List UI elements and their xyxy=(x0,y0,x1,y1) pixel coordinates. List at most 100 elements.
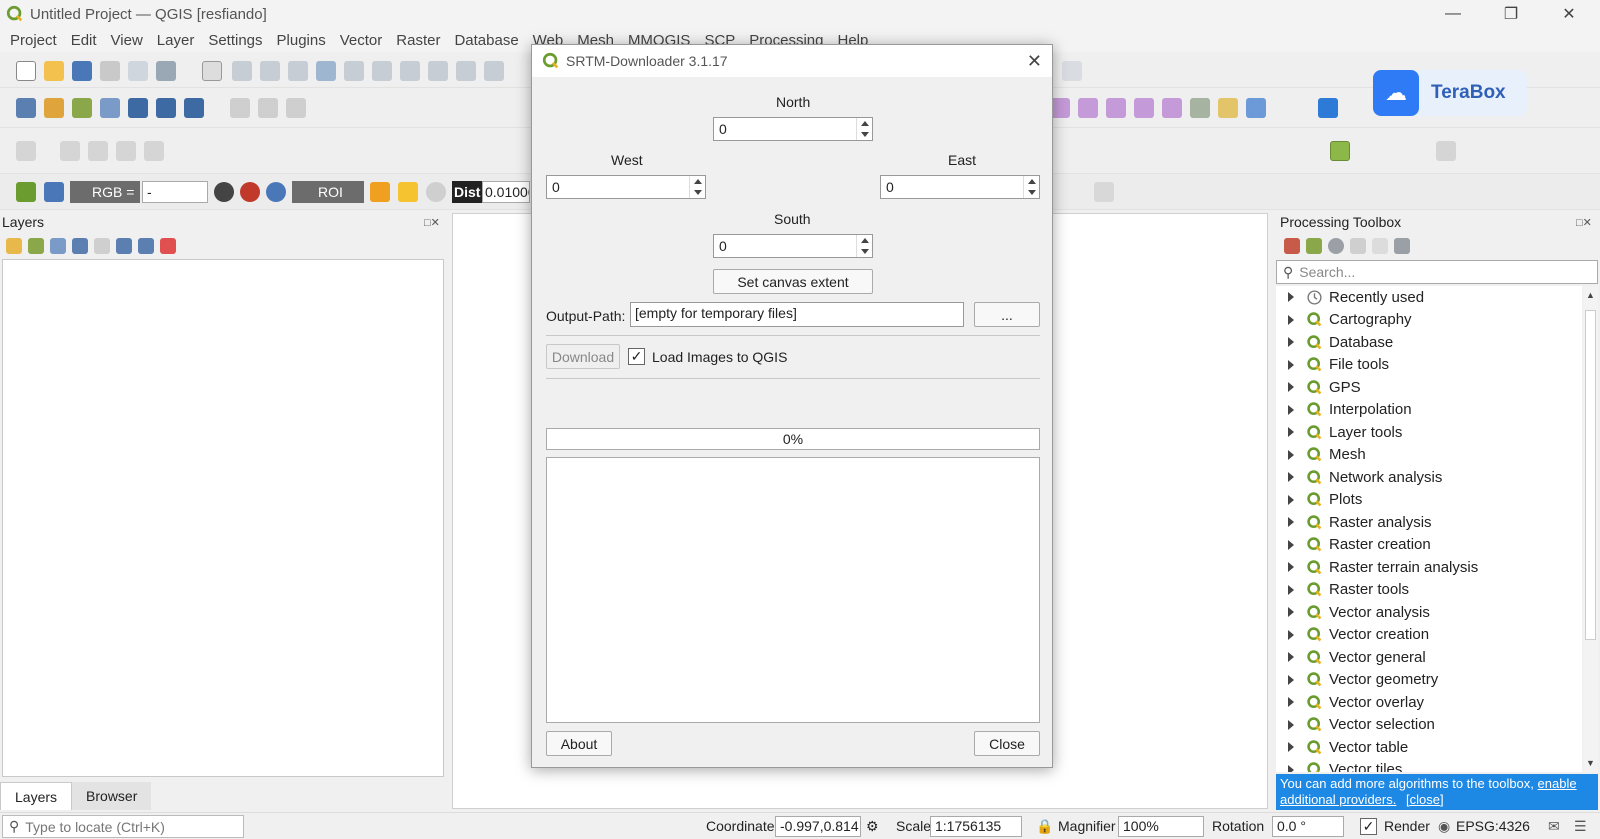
north-stepper[interactable] xyxy=(856,118,872,140)
menu-settings[interactable]: Settings xyxy=(208,32,262,49)
step-up-icon[interactable] xyxy=(1028,179,1036,184)
filter-icon[interactable] xyxy=(72,238,88,254)
tool-pen-icon[interactable] xyxy=(1436,141,1456,161)
render-checkbox[interactable]: ✓ xyxy=(1360,818,1377,835)
expand-arrow-icon[interactable] xyxy=(1288,449,1294,460)
about-button[interactable]: About xyxy=(546,731,612,756)
expand-arrow-icon[interactable] xyxy=(1288,359,1294,370)
save-as-icon[interactable] xyxy=(100,61,120,81)
menu-layer[interactable]: Layer xyxy=(157,32,195,49)
add-virtual-layer-icon[interactable] xyxy=(184,98,204,118)
scripts-icon[interactable] xyxy=(1306,238,1322,254)
add-group-icon[interactable] xyxy=(28,238,44,254)
toolbox-item[interactable]: Raster terrain analysis xyxy=(1276,556,1582,579)
options-wrench-icon[interactable] xyxy=(1394,238,1410,254)
filter-legend-icon[interactable] xyxy=(94,238,110,254)
output-path-input[interactable]: [empty for temporary files] xyxy=(630,302,964,327)
layers-tree[interactable] xyxy=(2,259,444,777)
plugin-c-icon[interactable] xyxy=(1106,98,1126,118)
step-up-icon[interactable] xyxy=(694,179,702,184)
digitizing-e-icon[interactable] xyxy=(144,141,164,161)
toolbox-item[interactable]: Recently used xyxy=(1276,286,1582,309)
expand-arrow-icon[interactable] xyxy=(1288,742,1294,753)
save-edits-icon[interactable] xyxy=(286,98,306,118)
edit-features-icon[interactable] xyxy=(1372,238,1388,254)
expand-arrow-icon[interactable] xyxy=(1288,652,1294,663)
toolbox-item[interactable]: Vector creation xyxy=(1276,624,1582,647)
scp-zoom-icon[interactable] xyxy=(44,182,64,202)
close-button[interactable]: Close xyxy=(974,731,1040,756)
download-button[interactable]: Download xyxy=(546,344,620,369)
locator-input[interactable]: Type to locate (Ctrl+K) xyxy=(25,819,165,835)
plugin-a-icon[interactable] xyxy=(1050,98,1070,118)
wand-icon[interactable] xyxy=(1218,98,1238,118)
plugin-e-icon[interactable] xyxy=(1162,98,1182,118)
west-stepper[interactable] xyxy=(689,176,705,198)
toolbox-item[interactable]: Interpolation xyxy=(1276,399,1582,422)
toolbox-item[interactable]: Vector analysis xyxy=(1276,601,1582,624)
expand-arrow-icon[interactable] xyxy=(1288,494,1294,505)
expand-arrow-icon[interactable] xyxy=(1288,697,1294,708)
dist-input[interactable]: 0.01000 xyxy=(482,181,530,203)
rgb-select[interactable]: - xyxy=(142,181,208,203)
scp-overlay-icon[interactable] xyxy=(214,182,234,202)
locator-box[interactable]: ⚲ Type to locate (Ctrl+K) xyxy=(2,815,244,838)
zoom-in-icon[interactable] xyxy=(260,61,280,81)
expand-arrow-icon[interactable] xyxy=(1288,517,1294,528)
zoom-native-icon[interactable] xyxy=(400,61,420,81)
step-down-icon[interactable] xyxy=(694,190,702,195)
visibility-icon[interactable] xyxy=(50,238,66,254)
new-temp-layer-icon[interactable] xyxy=(100,98,120,118)
menu-project[interactable]: Project xyxy=(10,32,57,49)
expand-arrow-icon[interactable] xyxy=(1288,314,1294,325)
expand-arrow-icon[interactable] xyxy=(1288,584,1294,595)
toolbox-item[interactable]: Raster creation xyxy=(1276,534,1582,557)
menu-raster[interactable]: Raster xyxy=(396,32,440,49)
close-banner-link[interactable]: [close] xyxy=(1406,792,1444,807)
toolbox-item[interactable]: Raster tools xyxy=(1276,579,1582,602)
toolbox-item[interactable]: Vector overlay xyxy=(1276,691,1582,714)
digitizing-a-icon[interactable] xyxy=(16,141,36,161)
toolbox-item[interactable]: GPS xyxy=(1276,376,1582,399)
set-canvas-extent-button[interactable]: Set canvas extent xyxy=(713,269,873,294)
toolbox-item[interactable]: Vector geometry xyxy=(1276,669,1582,692)
step-up-icon[interactable] xyxy=(861,238,869,243)
scp-b-icon[interactable] xyxy=(1094,182,1114,202)
float-toolbox-icon[interactable]: □✕ xyxy=(1576,216,1592,229)
add-raster-icon[interactable] xyxy=(128,98,148,118)
log-output-area[interactable] xyxy=(546,457,1040,723)
scp-a-icon[interactable] xyxy=(240,182,260,202)
tab-browser[interactable]: Browser xyxy=(72,782,152,810)
zoom-full-icon[interactable] xyxy=(316,61,336,81)
step-down-icon[interactable] xyxy=(861,132,869,137)
add-mesh-icon[interactable] xyxy=(156,98,176,118)
digitize-icon[interactable] xyxy=(230,98,250,118)
data-source-manager-icon[interactable] xyxy=(16,98,36,118)
toolbox-item[interactable]: Vector table xyxy=(1276,736,1582,759)
scp-roi-draw-icon[interactable] xyxy=(370,182,390,202)
expand-arrow-icon[interactable] xyxy=(1288,292,1294,303)
close-window-icon[interactable]: ✕ xyxy=(1546,0,1592,28)
minimize-icon[interactable]: — xyxy=(1430,0,1476,28)
plugin-d-icon[interactable] xyxy=(1134,98,1154,118)
expand-arrow-icon[interactable] xyxy=(1288,629,1294,640)
menu-database[interactable]: Database xyxy=(454,32,518,49)
east-stepper[interactable] xyxy=(1023,176,1039,198)
crs-globe-icon[interactable]: ◉ xyxy=(1438,818,1450,835)
scp-zoom-roi-icon[interactable] xyxy=(266,182,286,202)
float-panel-icon[interactable]: □✕ xyxy=(424,216,440,229)
zoom-last-icon[interactable] xyxy=(428,61,448,81)
menu-plugins[interactable]: Plugins xyxy=(277,32,326,49)
toolbox-item[interactable]: File tools xyxy=(1276,354,1582,377)
west-spinbox[interactable]: 0 xyxy=(546,175,706,199)
coordinate-toggle-icon[interactable]: ⚙ xyxy=(866,818,879,835)
rotation-input[interactable]: 0.0 ° xyxy=(1272,816,1344,837)
digitizing-c-icon[interactable] xyxy=(88,141,108,161)
expand-all-icon[interactable] xyxy=(116,238,132,254)
digitizing-d-icon[interactable] xyxy=(116,141,136,161)
log-icon[interactable]: ☰ xyxy=(1574,818,1587,835)
expand-arrow-icon[interactable] xyxy=(1288,382,1294,393)
messages-icon[interactable]: ✉ xyxy=(1548,818,1560,835)
scp-add-icon[interactable] xyxy=(398,182,418,202)
settings-gear-icon[interactable] xyxy=(1062,61,1082,81)
